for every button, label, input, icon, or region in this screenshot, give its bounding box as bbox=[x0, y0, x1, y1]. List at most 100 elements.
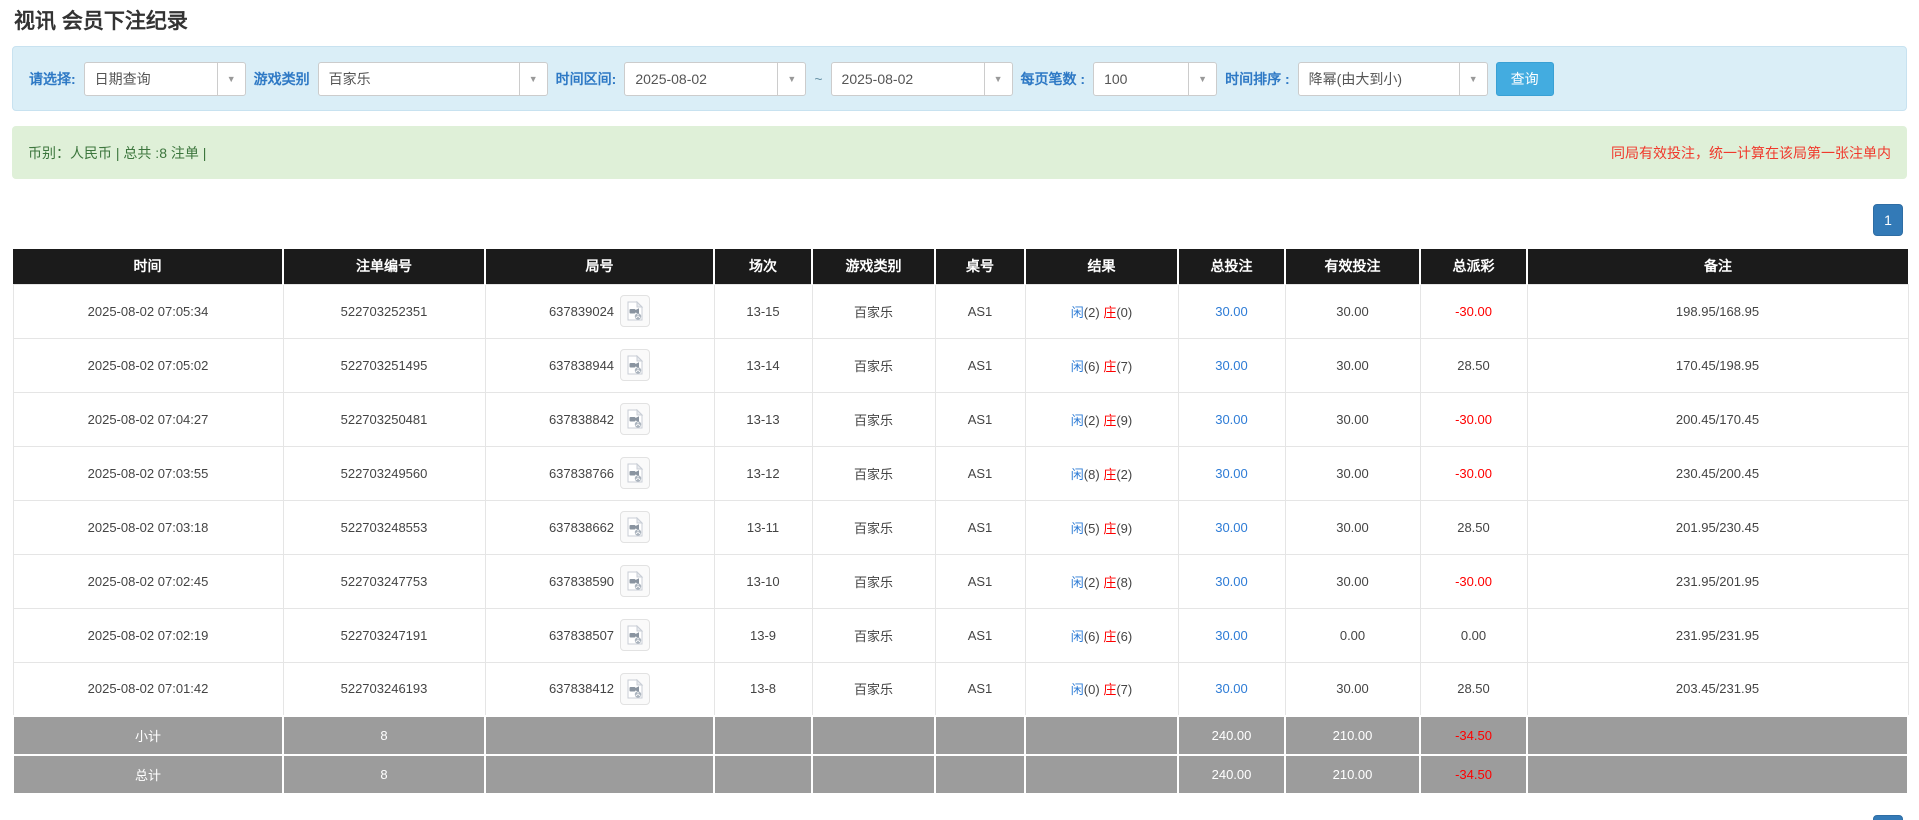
subtotal-row-empty bbox=[484, 715, 715, 756]
page-size-dropdown[interactable]: 100 ▼ bbox=[1093, 61, 1218, 96]
video-record-button[interactable] bbox=[620, 457, 651, 489]
pagination-page-button[interactable]: 1 bbox=[1873, 204, 1903, 236]
cell-total-bet[interactable]: 30.00 bbox=[1177, 391, 1286, 447]
cell-total-bet[interactable]: 30.00 bbox=[1177, 283, 1286, 339]
video-record-icon bbox=[627, 517, 644, 537]
video-record-button[interactable] bbox=[620, 565, 651, 597]
cell-bet-id: 522703251495 bbox=[282, 337, 486, 393]
cell-table-no: AS1 bbox=[934, 499, 1026, 555]
table-row: 2025-08-02 07:02:19 522703247191 637838507… bbox=[12, 607, 1909, 663]
cell-result: 闲(2) 庄(0) bbox=[1024, 283, 1179, 339]
bet-records-table: 时间 注单编号 局号 场次 游戏类别 桌号 结果 总投注 有效投注 总派彩 备注 2025-08-0… bbox=[12, 249, 1909, 795]
cell-game: 百家乐 bbox=[811, 445, 936, 501]
video-record-button[interactable] bbox=[620, 619, 651, 651]
cell-result: 闲(0) 庄(7) bbox=[1024, 661, 1179, 717]
cell-result: 闲(2) 庄(8) bbox=[1024, 553, 1179, 609]
video-record-button[interactable] bbox=[620, 672, 651, 705]
total-row-count: 8 bbox=[282, 754, 486, 795]
cell-remark: 200.45/170.45 bbox=[1526, 391, 1909, 447]
date-to-picker[interactable]: 2025-08-02 ▼ bbox=[830, 61, 1013, 96]
cell-session: 13-14 bbox=[713, 337, 813, 393]
cell-payout: 28.50 bbox=[1419, 661, 1528, 717]
cell-total-bet[interactable]: 30.00 bbox=[1177, 661, 1286, 717]
time-sort-dropdown[interactable]: 降幂(由大到小) ▼ bbox=[1297, 61, 1488, 96]
result-player-score: (2) bbox=[1083, 574, 1100, 590]
cell-total-bet[interactable]: 30.00 bbox=[1177, 499, 1286, 555]
video-record-icon bbox=[627, 301, 644, 321]
video-record-icon bbox=[627, 571, 644, 591]
cell-total-bet[interactable]: 30.00 bbox=[1177, 607, 1286, 663]
subtotal-row-valid-bet: 210.00 bbox=[1284, 715, 1421, 756]
time-range-label: 时间区间: bbox=[555, 70, 617, 87]
cell-session: 13-11 bbox=[713, 499, 813, 555]
cell-valid-bet: 30.00 bbox=[1284, 661, 1421, 717]
result-banker-label: 庄 bbox=[1103, 520, 1117, 536]
cell-total-bet[interactable]: 30.00 bbox=[1177, 553, 1286, 609]
video-record-button[interactable] bbox=[620, 295, 651, 327]
cell-round-id: 637839024 bbox=[484, 283, 715, 339]
summary-bar: 币别：人民币 | 总共 :8 注单 | 同局有效投注，统一计算在该局第一张注单内 bbox=[12, 126, 1907, 179]
total-row-empty bbox=[934, 754, 1026, 795]
round-id-value: 637838590 bbox=[548, 573, 615, 589]
game-category-dropdown[interactable]: 百家乐 ▼ bbox=[317, 61, 548, 96]
chevron-down-icon[interactable]: ▼ bbox=[216, 62, 245, 95]
video-record-button[interactable] bbox=[620, 511, 651, 543]
video-record-icon bbox=[627, 355, 644, 375]
cell-total-bet[interactable]: 30.00 bbox=[1177, 337, 1286, 393]
result-banker-label: 庄 bbox=[1103, 574, 1117, 590]
date-from-picker[interactable]: 2025-08-02 ▼ bbox=[624, 61, 807, 96]
cell-total-bet[interactable]: 30.00 bbox=[1177, 445, 1286, 501]
table-row: 2025-08-02 07:03:55 522703249560 637838766… bbox=[12, 445, 1909, 501]
cell-table-no: AS1 bbox=[934, 661, 1026, 717]
chevron-down-icon[interactable]: ▼ bbox=[1458, 62, 1487, 95]
subtotal-row-payout: -34.50 bbox=[1419, 715, 1528, 756]
pagination-page-button[interactable]: 1 bbox=[1873, 815, 1903, 820]
chevron-down-icon[interactable]: ▼ bbox=[518, 62, 547, 95]
cell-time: 2025-08-02 07:03:55 bbox=[12, 445, 284, 501]
total-row-empty bbox=[484, 754, 715, 795]
result-player-label: 闲 bbox=[1070, 358, 1084, 374]
cell-valid-bet: 30.00 bbox=[1284, 445, 1421, 501]
cell-bet-id: 522703249560 bbox=[282, 445, 486, 501]
cell-game: 百家乐 bbox=[811, 337, 936, 393]
result-banker-score: (9) bbox=[1116, 520, 1133, 536]
cell-session: 13-13 bbox=[713, 391, 813, 447]
chevron-down-icon[interactable]: ▼ bbox=[1188, 62, 1216, 95]
table-header-row: 时间 注单编号 局号 场次 游戏类别 桌号 结果 总投注 有效投注 总派彩 备注 bbox=[13, 249, 1908, 284]
result-player-score: (2) bbox=[1083, 304, 1100, 320]
video-record-button[interactable] bbox=[620, 403, 651, 435]
round-id-value: 637838412 bbox=[548, 681, 615, 697]
cell-result: 闲(2) 庄(9) bbox=[1024, 391, 1179, 447]
result-banker-label: 庄 bbox=[1103, 466, 1117, 482]
time-sort-label: 时间排序 : bbox=[1225, 70, 1290, 87]
cell-bet-id: 522703247191 bbox=[282, 607, 486, 663]
result-player-label: 闲 bbox=[1070, 628, 1084, 644]
date-range-separator: ~ bbox=[814, 70, 823, 87]
total-row-valid-bet: 210.00 bbox=[1284, 754, 1421, 795]
round-id-value: 637838507 bbox=[548, 627, 615, 643]
video-record-icon bbox=[627, 463, 644, 483]
cell-game: 百家乐 bbox=[811, 661, 936, 717]
result-player-label: 闲 bbox=[1070, 682, 1084, 698]
result-player-label: 闲 bbox=[1070, 574, 1084, 590]
search-button[interactable]: 查询 bbox=[1495, 61, 1554, 96]
cell-table-no: AS1 bbox=[934, 283, 1026, 339]
round-id-value: 637838842 bbox=[548, 411, 615, 427]
video-record-button[interactable] bbox=[620, 349, 651, 381]
chevron-down-icon[interactable]: ▼ bbox=[983, 62, 1012, 95]
cell-payout: -30.00 bbox=[1419, 391, 1528, 447]
total-row-empty bbox=[713, 754, 813, 795]
select-type-dropdown[interactable]: 日期查询 ▼ bbox=[83, 61, 246, 96]
cell-game: 百家乐 bbox=[811, 553, 936, 609]
table-row: 2025-08-02 07:04:27 522703250481 637838842… bbox=[12, 391, 1909, 447]
same-round-notice: 同局有效投注，统一计算在该局第一张注单内 bbox=[1611, 144, 1891, 161]
column-header-2: 局号 bbox=[485, 249, 715, 284]
result-banker-score: (9) bbox=[1116, 412, 1133, 428]
round-id-value: 637838662 bbox=[548, 519, 615, 535]
subtotal-row-empty bbox=[934, 715, 1026, 756]
cell-session: 13-10 bbox=[713, 553, 813, 609]
chevron-down-icon[interactable]: ▼ bbox=[777, 62, 805, 95]
cell-table-no: AS1 bbox=[934, 445, 1026, 501]
cell-round-id: 637838662 bbox=[484, 499, 715, 555]
cell-result: 闲(6) 庄(7) bbox=[1024, 337, 1179, 393]
